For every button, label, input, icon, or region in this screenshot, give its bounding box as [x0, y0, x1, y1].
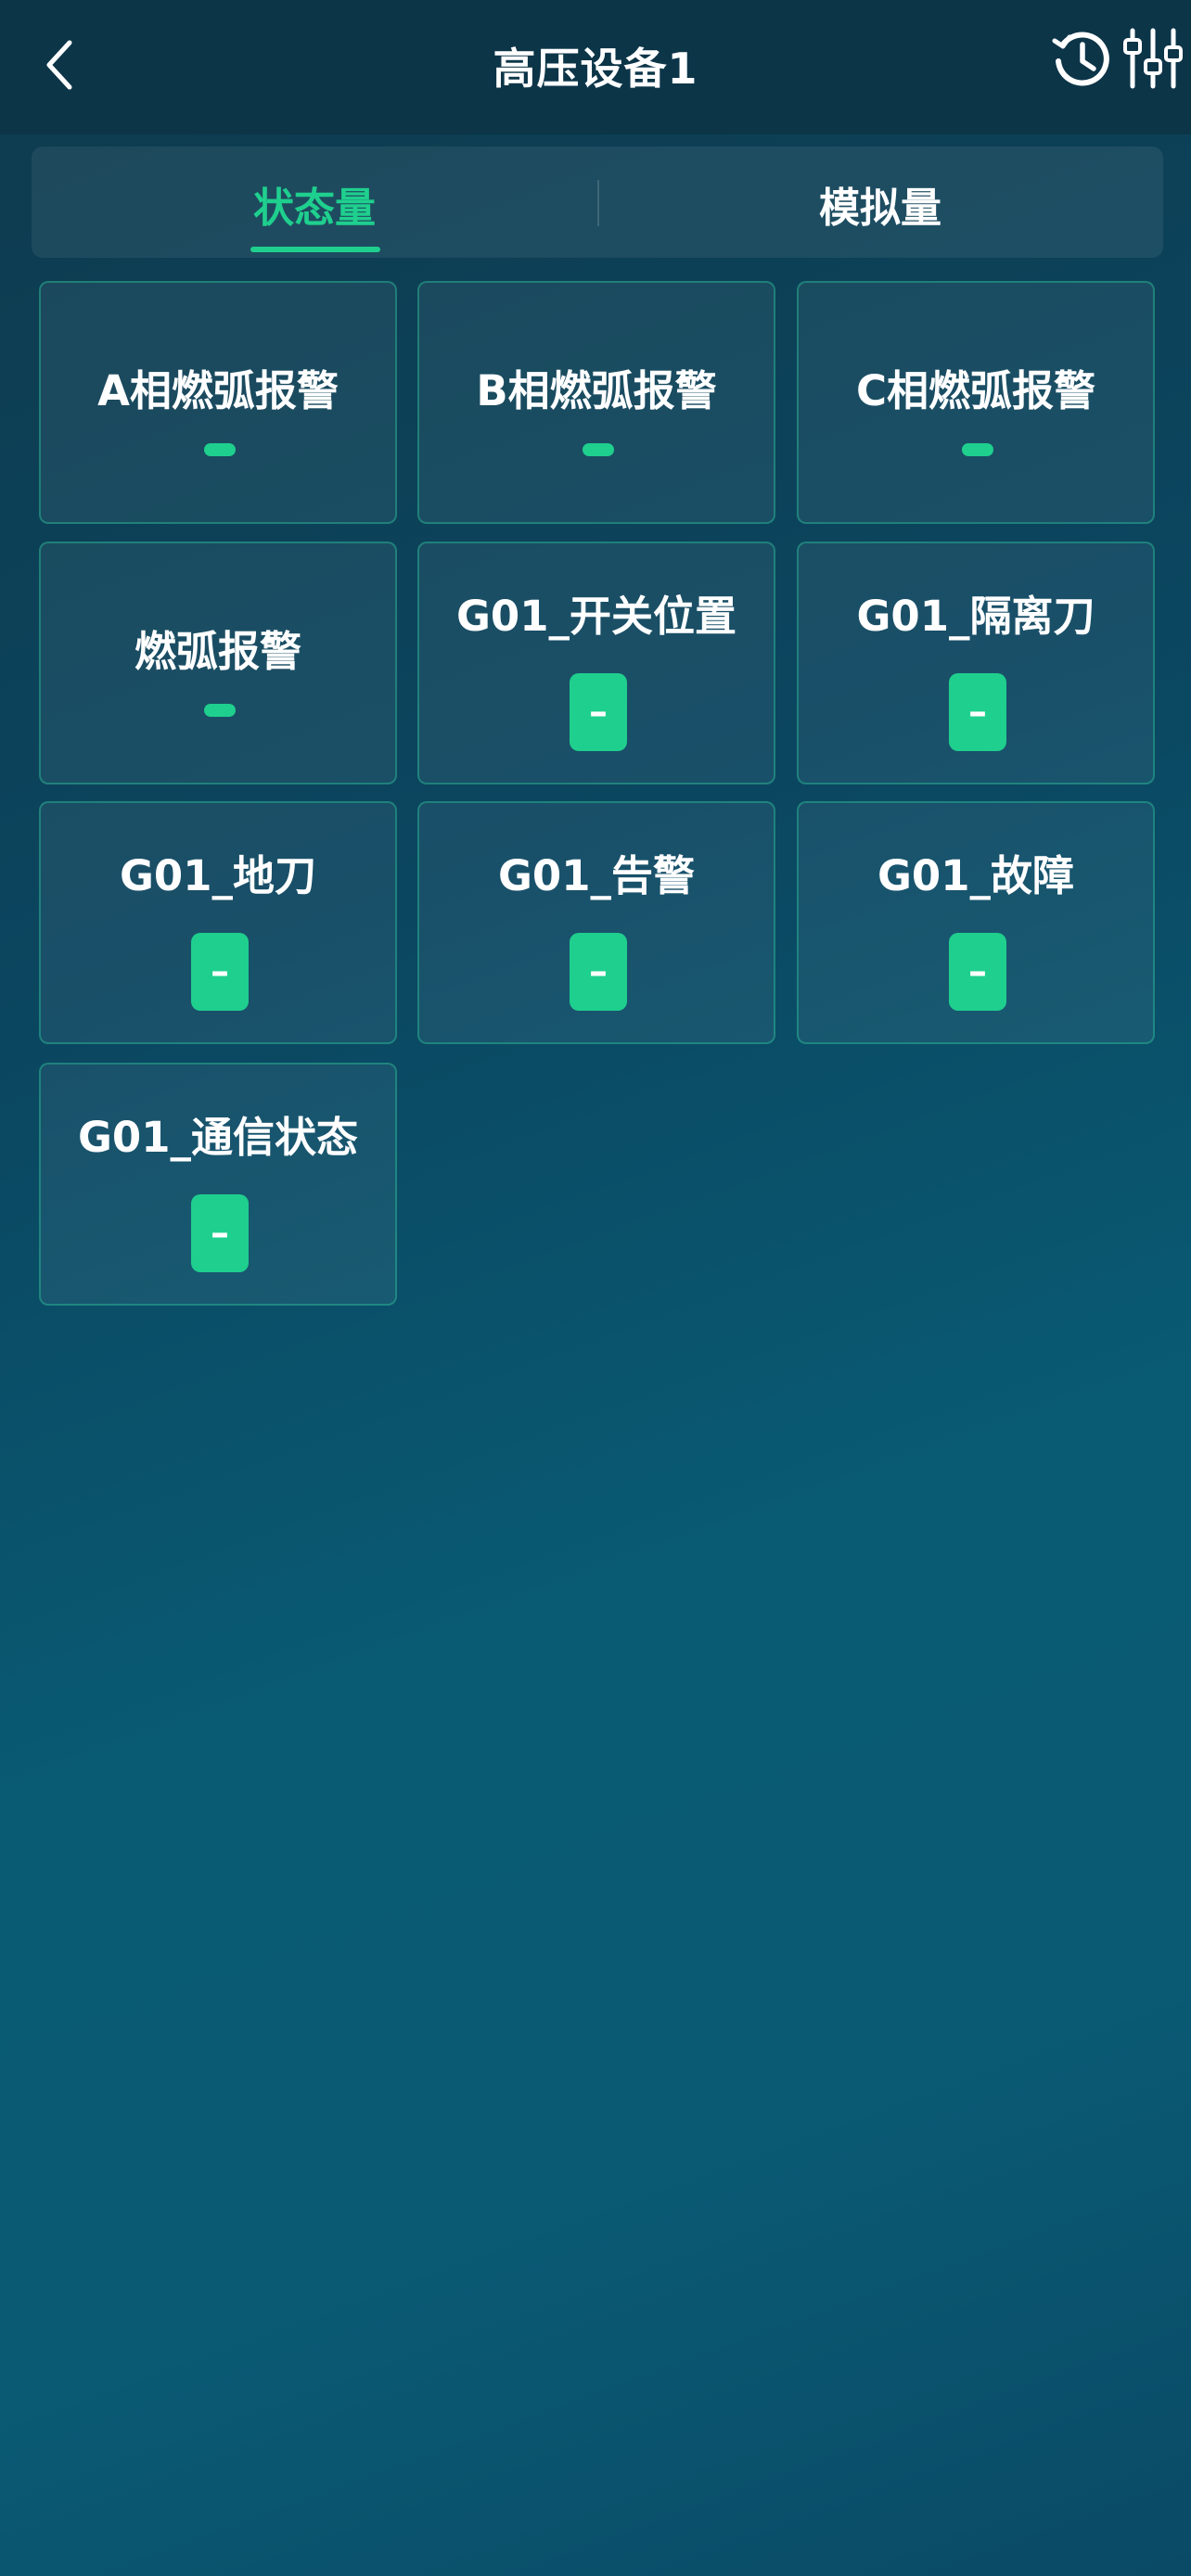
status-indicator: –: [191, 1194, 249, 1272]
status-indicator: [583, 443, 614, 456]
status-indicator: [204, 704, 236, 717]
status-card-isolator[interactable]: G01_隔离刀 –: [797, 542, 1155, 784]
status-indicator: [962, 443, 993, 456]
tab-label: 模拟量: [819, 185, 941, 232]
status-card-switch-position[interactable]: G01_开关位置 –: [417, 542, 775, 784]
card-title: 燃弧报警: [134, 627, 301, 676]
filter-button[interactable]: [1119, 23, 1187, 94]
tab-label: 状态量: [253, 185, 376, 232]
active-tab-indicator: [250, 247, 380, 252]
card-title: G01_故障: [877, 851, 1075, 900]
card-title: C相燃弧报警: [855, 366, 1096, 415]
card-title: G01_通信状态: [77, 1113, 359, 1162]
status-indicator: –: [949, 673, 1006, 751]
tab-status[interactable]: 状态量: [32, 147, 597, 258]
status-indicator: –: [570, 933, 627, 1011]
sliders-icon: [1123, 28, 1183, 89]
status-indicator: –: [191, 933, 249, 1011]
status-card-b-phase-arc-alarm[interactable]: B相燃弧报警: [417, 281, 775, 524]
status-card-communication[interactable]: G01_通信状态 –: [39, 1063, 397, 1306]
status-card-c-phase-arc-alarm[interactable]: C相燃弧报警: [797, 281, 1155, 524]
page-title: 高压设备1: [493, 44, 698, 94]
status-card-fault[interactable]: G01_故障 –: [797, 801, 1155, 1044]
status-indicator: [204, 443, 236, 456]
card-title: A相燃弧报警: [97, 366, 339, 415]
status-card-alarm[interactable]: G01_告警 –: [417, 801, 775, 1044]
tab-bar: 状态量 模拟量: [32, 147, 1163, 258]
tab-analog[interactable]: 模拟量: [597, 147, 1163, 258]
card-title: G01_地刀: [119, 851, 317, 900]
status-card-a-phase-arc-alarm[interactable]: A相燃弧报警: [39, 281, 397, 524]
card-title: G01_开关位置: [455, 592, 737, 641]
status-card-arc-alarm[interactable]: 燃弧报警: [39, 542, 397, 784]
card-title: G01_告警: [497, 851, 696, 900]
status-card-earth-switch[interactable]: G01_地刀 –: [39, 801, 397, 1044]
app-header: 高压设备1: [0, 0, 1191, 134]
history-clock-icon: [1052, 32, 1109, 86]
status-indicator: –: [570, 673, 627, 751]
status-indicator: –: [949, 933, 1006, 1011]
history-button[interactable]: [1046, 23, 1117, 94]
card-title: G01_隔离刀: [856, 592, 1095, 641]
card-title: B相燃弧报警: [476, 366, 717, 415]
